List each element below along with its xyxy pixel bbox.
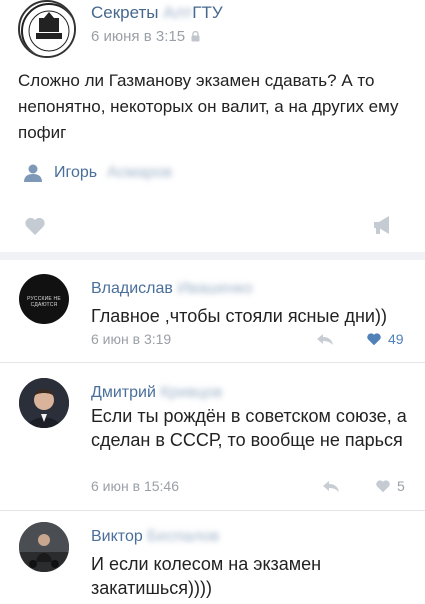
signer-surname-blurred: Асмаров bbox=[107, 164, 172, 181]
post-signer[interactable]: Игорь Асмаров bbox=[22, 163, 172, 183]
signer-name[interactable]: Игорь bbox=[54, 164, 97, 182]
comment-avatar[interactable] bbox=[19, 522, 69, 572]
comment-divider bbox=[0, 362, 425, 363]
comment-author-surname-blurred: Беспалов bbox=[147, 528, 220, 545]
post-text: Сложно ли Газманову экзамен сдавать? А т… bbox=[18, 71, 399, 142]
post-time: 6 июня в 3:15 bbox=[91, 28, 200, 45]
comment-author[interactable]: Дмитрий Кривцов bbox=[91, 384, 222, 402]
comment-avatar[interactable]: РУССКИЕ НЕ СДАЮТСЯ bbox=[19, 274, 69, 324]
comment-text: Главное ,чтобы стояли ясные дни)) bbox=[91, 306, 387, 326]
comment-time: 6 июн в 15:46 bbox=[91, 478, 179, 494]
comment-avatar[interactable] bbox=[19, 378, 69, 428]
author-name-suffix[interactable]: ГТУ bbox=[192, 3, 222, 22]
megaphone-icon[interactable] bbox=[372, 214, 394, 236]
reply-icon[interactable] bbox=[316, 333, 334, 346]
author-name[interactable]: Секреты bbox=[91, 3, 163, 22]
heart-icon bbox=[376, 480, 390, 493]
avatar-caption: РУССКИЕ НЕ СДАЮТСЯ bbox=[27, 296, 61, 308]
person-icon bbox=[24, 164, 42, 182]
comment-time: 6 июн в 3:19 bbox=[91, 331, 172, 347]
reply-icon[interactable] bbox=[322, 480, 340, 493]
comment-author-name[interactable]: Виктор bbox=[91, 528, 143, 545]
comment-author-name[interactable]: Владислав bbox=[91, 280, 173, 297]
like-count: 49 bbox=[388, 331, 404, 347]
comment-likes[interactable]: 5 bbox=[375, 478, 405, 494]
comment-author-surname-blurred: Кривцов bbox=[160, 384, 223, 401]
post-time-text: 6 июня в 3:15 bbox=[91, 28, 186, 45]
author-name-blurred: Алт bbox=[163, 3, 193, 22]
comment-author-surname-blurred: Ивашенко bbox=[177, 280, 253, 297]
comment-text: И если колесом на экзамен закатишься)))) bbox=[91, 554, 322, 598]
post-author[interactable]: Секреты АлтГТУ bbox=[91, 3, 223, 23]
user-photo-icon bbox=[19, 522, 69, 572]
heart-icon[interactable] bbox=[24, 216, 46, 236]
comment-likes[interactable]: 49 bbox=[366, 331, 404, 347]
comment-divider bbox=[0, 510, 425, 511]
comment-author-name[interactable]: Дмитрий bbox=[91, 384, 156, 401]
group-avatar[interactable] bbox=[18, 0, 76, 58]
heart-icon bbox=[367, 333, 381, 346]
user-photo-icon bbox=[19, 378, 69, 428]
comment-author[interactable]: Виктор Беспалов bbox=[91, 528, 219, 546]
comment-text: Если ты рождён в советском союзе, а сдел… bbox=[91, 406, 407, 450]
section-divider bbox=[0, 252, 425, 260]
university-logo-icon bbox=[21, 3, 74, 56]
like-count: 5 bbox=[397, 478, 405, 494]
lock-icon bbox=[191, 30, 200, 42]
comment-author[interactable]: Владислав Ивашенко bbox=[91, 280, 253, 298]
